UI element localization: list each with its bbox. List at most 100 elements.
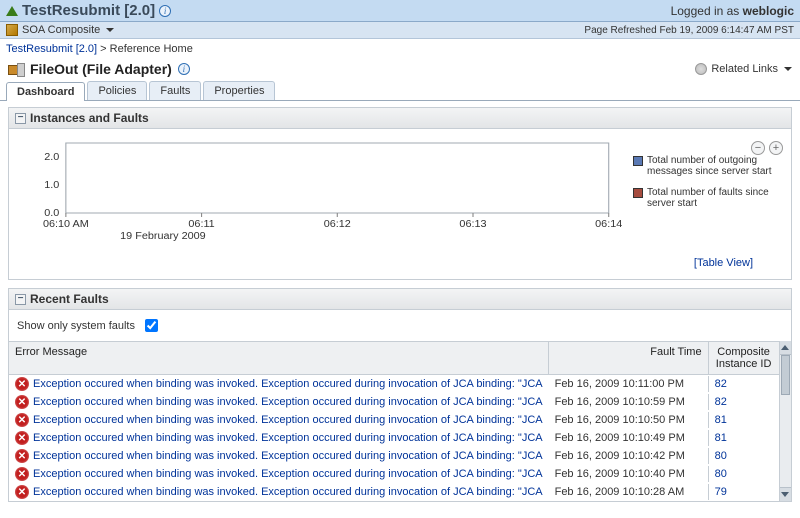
composite-instance-link[interactable]: 82 bbox=[715, 396, 727, 408]
column-header-id[interactable]: Composite Instance ID bbox=[709, 342, 779, 374]
scroll-up-button[interactable] bbox=[780, 341, 791, 355]
fault-message-link[interactable]: Exception occured when binding was invok… bbox=[33, 486, 543, 498]
composite-instance-link[interactable]: 82 bbox=[715, 378, 727, 390]
table-view-link[interactable]: [Table View] bbox=[694, 257, 753, 269]
table-row: ✕ Exception occured when binding was invo… bbox=[9, 411, 779, 429]
tab-dashboard[interactable]: Dashboard bbox=[6, 82, 85, 101]
composite-instance-link[interactable]: 79 bbox=[715, 486, 727, 498]
tab-properties[interactable]: Properties bbox=[203, 81, 275, 100]
show-only-label: Show only system faults bbox=[17, 320, 135, 332]
logged-in-user: weblogic bbox=[743, 4, 794, 18]
top-banner: TestResubmit [2.0] i Logged in as weblog… bbox=[0, 0, 800, 22]
chart-area: 0.01.02.006:10 AM06:1106:1206:1306:1419 … bbox=[17, 137, 625, 247]
fault-message-link[interactable]: Exception occured when binding was invok… bbox=[33, 468, 543, 480]
composite-menu[interactable]: SOA Composite bbox=[6, 24, 114, 36]
column-header-time[interactable]: Fault Time bbox=[549, 342, 709, 374]
svg-text:06:14: 06:14 bbox=[595, 219, 622, 230]
breadcrumb-link[interactable]: TestResubmit [2.0] bbox=[6, 43, 97, 55]
show-only-checkbox[interactable] bbox=[145, 319, 158, 332]
legend-item: Total number of faults since server star… bbox=[633, 187, 783, 209]
table-row: ✕ Exception occured when binding was invo… bbox=[9, 393, 779, 411]
scroll-thumb[interactable] bbox=[781, 355, 790, 395]
fault-message-link[interactable]: Exception occured when binding was invok… bbox=[33, 414, 543, 426]
error-icon: ✕ bbox=[15, 485, 29, 499]
error-icon: ✕ bbox=[15, 431, 29, 445]
svg-text:1.0: 1.0 bbox=[44, 180, 59, 191]
legend-swatch bbox=[633, 188, 643, 198]
legend-label: Total number of outgoing messages since … bbox=[647, 155, 783, 177]
scrollbar[interactable] bbox=[779, 341, 791, 501]
svg-text:06:12: 06:12 bbox=[324, 219, 351, 230]
composite-instance-link[interactable]: 81 bbox=[715, 414, 727, 426]
fault-time: Feb 16, 2009 10:10:42 PM bbox=[549, 448, 709, 464]
table-row: ✕ Exception occured when binding was invo… bbox=[9, 375, 779, 393]
section-header: − Recent Faults bbox=[9, 289, 791, 310]
fault-message-link[interactable]: Exception occured when binding was invok… bbox=[33, 432, 543, 444]
table-row: ✕ Exception occured when binding was invo… bbox=[9, 483, 779, 501]
tab-policies[interactable]: Policies bbox=[87, 81, 147, 100]
fault-time: Feb 16, 2009 10:10:40 PM bbox=[549, 466, 709, 482]
file-adapter-icon bbox=[8, 62, 24, 76]
fault-message-link[interactable]: Exception occured when binding was invok… bbox=[33, 378, 543, 390]
info-icon[interactable]: i bbox=[178, 63, 190, 75]
faults-table: Error Message Fault Time Composite Insta… bbox=[9, 341, 779, 501]
composite-bar: SOA Composite Page Refreshed Feb 19, 200… bbox=[0, 22, 800, 39]
fault-message-link[interactable]: Exception occured when binding was invok… bbox=[33, 396, 543, 408]
column-header-error[interactable]: Error Message bbox=[9, 342, 549, 374]
table-row: ✕ Exception occured when binding was invo… bbox=[9, 465, 779, 483]
svg-text:0.0: 0.0 bbox=[44, 208, 59, 219]
login-status: Logged in as weblogic bbox=[671, 4, 794, 18]
composite-instance-link[interactable]: 80 bbox=[715, 450, 727, 462]
nav-up-icon[interactable] bbox=[6, 6, 18, 16]
page-title: FileOut (File Adapter) bbox=[30, 61, 172, 77]
fault-message-link[interactable]: Exception occured when binding was invok… bbox=[33, 450, 543, 462]
title-row: FileOut (File Adapter) i Related Links bbox=[0, 59, 800, 81]
breadcrumb: TestResubmit [2.0] > Reference Home bbox=[0, 39, 800, 59]
breadcrumb-sep: > bbox=[100, 43, 106, 55]
fault-time: Feb 16, 2009 10:10:59 PM bbox=[549, 394, 709, 410]
svg-text:06:11: 06:11 bbox=[188, 219, 215, 230]
table-row: ✕ Exception occured when binding was invo… bbox=[9, 429, 779, 447]
tab-faults[interactable]: Faults bbox=[149, 81, 201, 100]
svg-text:06:13: 06:13 bbox=[459, 219, 486, 230]
composite-instance-link[interactable]: 81 bbox=[715, 432, 727, 444]
scroll-down-button[interactable] bbox=[780, 487, 791, 501]
section-title: Recent Faults bbox=[30, 292, 109, 306]
collapse-button[interactable]: − bbox=[15, 294, 26, 305]
zoom-in-button[interactable]: + bbox=[769, 141, 783, 155]
collapse-button[interactable]: − bbox=[15, 113, 26, 124]
soa-composite-icon bbox=[6, 24, 18, 36]
section-title: Instances and Faults bbox=[30, 111, 149, 125]
logged-in-label: Logged in as bbox=[671, 4, 740, 18]
svg-text:06:10 AM: 06:10 AM bbox=[43, 219, 89, 230]
related-links-label: Related Links bbox=[711, 63, 778, 75]
section-header: − Instances and Faults bbox=[9, 108, 791, 129]
info-icon[interactable]: i bbox=[159, 5, 171, 17]
related-links-menu[interactable]: Related Links bbox=[695, 63, 792, 75]
tabs: DashboardPoliciesFaultsProperties bbox=[0, 81, 800, 101]
fault-time: Feb 16, 2009 10:10:50 PM bbox=[549, 412, 709, 428]
zoom-out-button[interactable]: − bbox=[751, 141, 765, 155]
error-icon: ✕ bbox=[15, 449, 29, 463]
composite-instance-link[interactable]: 80 bbox=[715, 468, 727, 480]
composite-label: SOA Composite bbox=[22, 24, 100, 36]
fault-time: Feb 16, 2009 10:10:49 PM bbox=[549, 430, 709, 446]
error-icon: ✕ bbox=[15, 467, 29, 481]
error-icon: ✕ bbox=[15, 377, 29, 391]
recent-faults-section: − Recent Faults Show only system faults … bbox=[8, 288, 792, 502]
legend-item: Total number of outgoing messages since … bbox=[633, 155, 783, 177]
breadcrumb-current: Reference Home bbox=[110, 43, 193, 55]
svg-text:19 February 2009: 19 February 2009 bbox=[120, 231, 206, 242]
table-row: ✕ Exception occured when binding was invo… bbox=[9, 447, 779, 465]
chevron-down-icon bbox=[106, 28, 114, 32]
related-links-icon bbox=[695, 63, 707, 75]
error-icon: ✕ bbox=[15, 413, 29, 427]
banner-title: TestResubmit [2.0] bbox=[22, 2, 155, 19]
chevron-down-icon bbox=[784, 67, 792, 71]
page-refreshed: Page Refreshed Feb 19, 2009 6:14:47 AM P… bbox=[584, 25, 794, 36]
error-icon: ✕ bbox=[15, 395, 29, 409]
fault-time: Feb 16, 2009 10:11:00 PM bbox=[549, 376, 709, 392]
legend-label: Total number of faults since server star… bbox=[647, 187, 783, 209]
legend-swatch bbox=[633, 156, 643, 166]
instances-faults-section: − Instances and Faults 0.01.02.006:10 AM… bbox=[8, 107, 792, 280]
